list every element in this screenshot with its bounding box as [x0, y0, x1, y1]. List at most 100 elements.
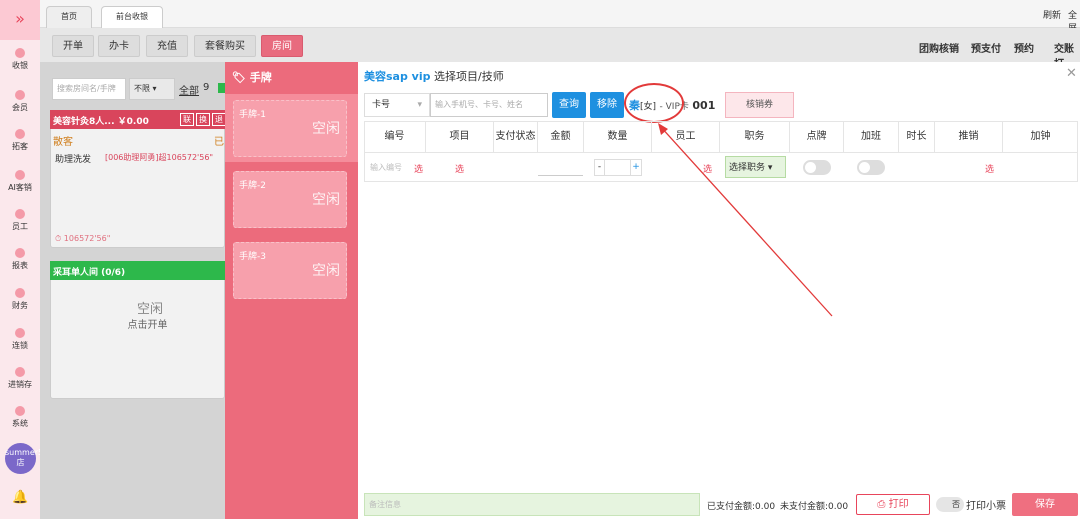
- code-input[interactable]: 输入编号: [370, 162, 402, 173]
- select-item-link[interactable]: 选: [455, 162, 464, 175]
- print-ticket-toggle[interactable]: 否: [936, 497, 964, 512]
- room-title: 美容针灸8人... ￥0.00: [53, 117, 149, 127]
- tag-name: 手牌-3: [239, 252, 266, 262]
- prepay-link[interactable]: 预支付: [971, 40, 1001, 55]
- print-ticket-label: 打印小票: [966, 501, 1006, 512]
- unpaid-amount: 未支付金额:0.00: [780, 502, 849, 512]
- room-search-input[interactable]: 搜索房间名/手牌: [52, 78, 126, 100]
- printer-icon: ⎙: [877, 499, 886, 510]
- sidebar-item-expand[interactable]: 拓客: [0, 129, 40, 152]
- hand-tag-card[interactable]: 手牌-2 空闲: [233, 171, 347, 228]
- sidebar-item-cashier[interactable]: 收银: [0, 48, 40, 71]
- refresh-link[interactable]: 刷新: [1043, 8, 1061, 21]
- elapsed-time: ⏱ 106572'56": [55, 234, 111, 243]
- sidebar-label: 连锁: [12, 341, 28, 350]
- tag-name: 手牌-2: [239, 181, 266, 191]
- recharge-button[interactable]: 充值: [146, 35, 188, 57]
- join-button[interactable]: 联: [180, 113, 194, 126]
- sidebar-label: AI客销: [8, 183, 32, 192]
- all-filter[interactable]: 全部: [179, 82, 199, 97]
- col-qty: 数量: [584, 121, 652, 153]
- sidebar-item-ai[interactable]: AI客销: [0, 170, 40, 193]
- sidebar-label: 员工: [12, 222, 28, 231]
- room-status: 已: [214, 137, 224, 148]
- sidebar-item-member[interactable]: 会员: [0, 90, 40, 113]
- sidebar-label: 拓客: [12, 142, 28, 151]
- sidebar-item-staff[interactable]: 员工: [0, 209, 40, 232]
- dialog-title-room: 美容sap vip: [364, 70, 431, 83]
- col-code: 编号: [364, 121, 426, 153]
- increment-button[interactable]: +: [630, 160, 641, 175]
- print-button[interactable]: ⎙ 打印: [856, 494, 930, 515]
- box-icon: [15, 367, 25, 377]
- sidebar-label: 收银: [12, 61, 28, 70]
- bell-icon[interactable]: 🔔: [12, 490, 28, 505]
- remove-button[interactable]: 移除: [590, 92, 624, 118]
- room-button[interactable]: 房间: [261, 35, 303, 57]
- groupbuy-link[interactable]: 团购核销: [919, 40, 959, 55]
- booking-link[interactable]: 预约: [1014, 40, 1034, 55]
- sidebar-item-chain[interactable]: 连锁: [0, 328, 40, 351]
- col-duration: 时长: [899, 121, 935, 153]
- select-value: 卡号: [372, 100, 391, 110]
- panel-title: 🏷 手牌: [232, 71, 272, 84]
- sidebar-label: 系统: [12, 419, 28, 428]
- tag-status: 空闲: [312, 121, 340, 137]
- paid-amount: 已支付金额:0.00: [707, 502, 776, 512]
- tab-home[interactable]: 首页: [46, 6, 92, 28]
- sidebar-label: 会员: [12, 103, 28, 112]
- new-card-button[interactable]: 办卡: [98, 35, 140, 57]
- verify-coupon-button[interactable]: 核销券: [725, 92, 794, 118]
- status-select[interactable]: 不限 ▾: [129, 78, 175, 100]
- decrement-button[interactable]: -: [595, 160, 605, 175]
- sidebar-label: 进销存: [8, 380, 32, 389]
- open-order-button[interactable]: 开单: [52, 35, 94, 57]
- col-promote: 推销: [935, 121, 1003, 153]
- hand-tag-card[interactable]: 手牌-3 空闲: [233, 242, 347, 299]
- col-extra: 加钟: [1030, 131, 1051, 142]
- room-title: 采耳单人间 (0/6): [53, 268, 126, 278]
- swap-button[interactable]: 换: [196, 113, 210, 126]
- sidebar-item-finance[interactable]: 财务: [0, 288, 40, 311]
- card-type-select[interactable]: 卡号 ▾: [364, 93, 430, 117]
- select-code-link[interactable]: 选: [414, 162, 423, 175]
- close-icon[interactable]: ✕: [1066, 66, 1077, 81]
- open-order-hint[interactable]: 点击开单: [50, 316, 245, 331]
- paw-icon: [15, 129, 25, 139]
- status-indicator: [218, 83, 225, 93]
- select-promote-link[interactable]: 选: [985, 162, 994, 175]
- tab-cashier[interactable]: 前台收银: [101, 6, 163, 28]
- remark-input[interactable]: 备注信息: [364, 493, 700, 516]
- sidebar-label: 财务: [12, 301, 28, 310]
- dialog-title-text: 选择项目/技师: [434, 70, 504, 83]
- col-amount: 金额: [538, 121, 584, 153]
- cashier-icon: [15, 48, 25, 58]
- tab-bar: [40, 0, 1080, 28]
- service-name: 助理洗发: [55, 155, 92, 165]
- ai-icon: [15, 170, 25, 180]
- tag-status: 空闲: [312, 263, 340, 279]
- member-card-no: 001: [692, 99, 716, 112]
- avatar[interactable]: summer5A店: [5, 443, 49, 474]
- chevron-down-icon: ▾: [417, 100, 422, 110]
- query-button[interactable]: 查询: [552, 92, 586, 118]
- sidebar-item-inventory[interactable]: 进销存: [0, 367, 40, 390]
- member-search-input[interactable]: 输入手机号、卡号、姓名: [430, 93, 548, 117]
- pie-icon: [15, 288, 25, 298]
- time-value: 106572'56": [63, 234, 111, 243]
- room-card-1[interactable]: [50, 110, 225, 248]
- sidebar-item-report[interactable]: 报表: [0, 248, 40, 271]
- report-icon: [15, 248, 25, 258]
- sidebar-label: 报表: [12, 261, 28, 270]
- sidebar-item-system[interactable]: 系统: [0, 406, 40, 429]
- save-button[interactable]: 保存: [1012, 493, 1078, 516]
- checkout-button[interactable]: 退: [212, 113, 226, 126]
- room-empty-label: 空闲: [136, 302, 163, 317]
- expand-sidebar-icon[interactable]: »: [0, 0, 40, 40]
- amount-input[interactable]: [538, 175, 583, 176]
- gear-icon: [15, 406, 25, 416]
- chain-icon: [15, 328, 25, 338]
- overtime-toggle[interactable]: [857, 160, 885, 175]
- package-button[interactable]: 套餐购买: [194, 35, 256, 57]
- hand-tag-card[interactable]: 手牌-1 空闲: [233, 100, 347, 157]
